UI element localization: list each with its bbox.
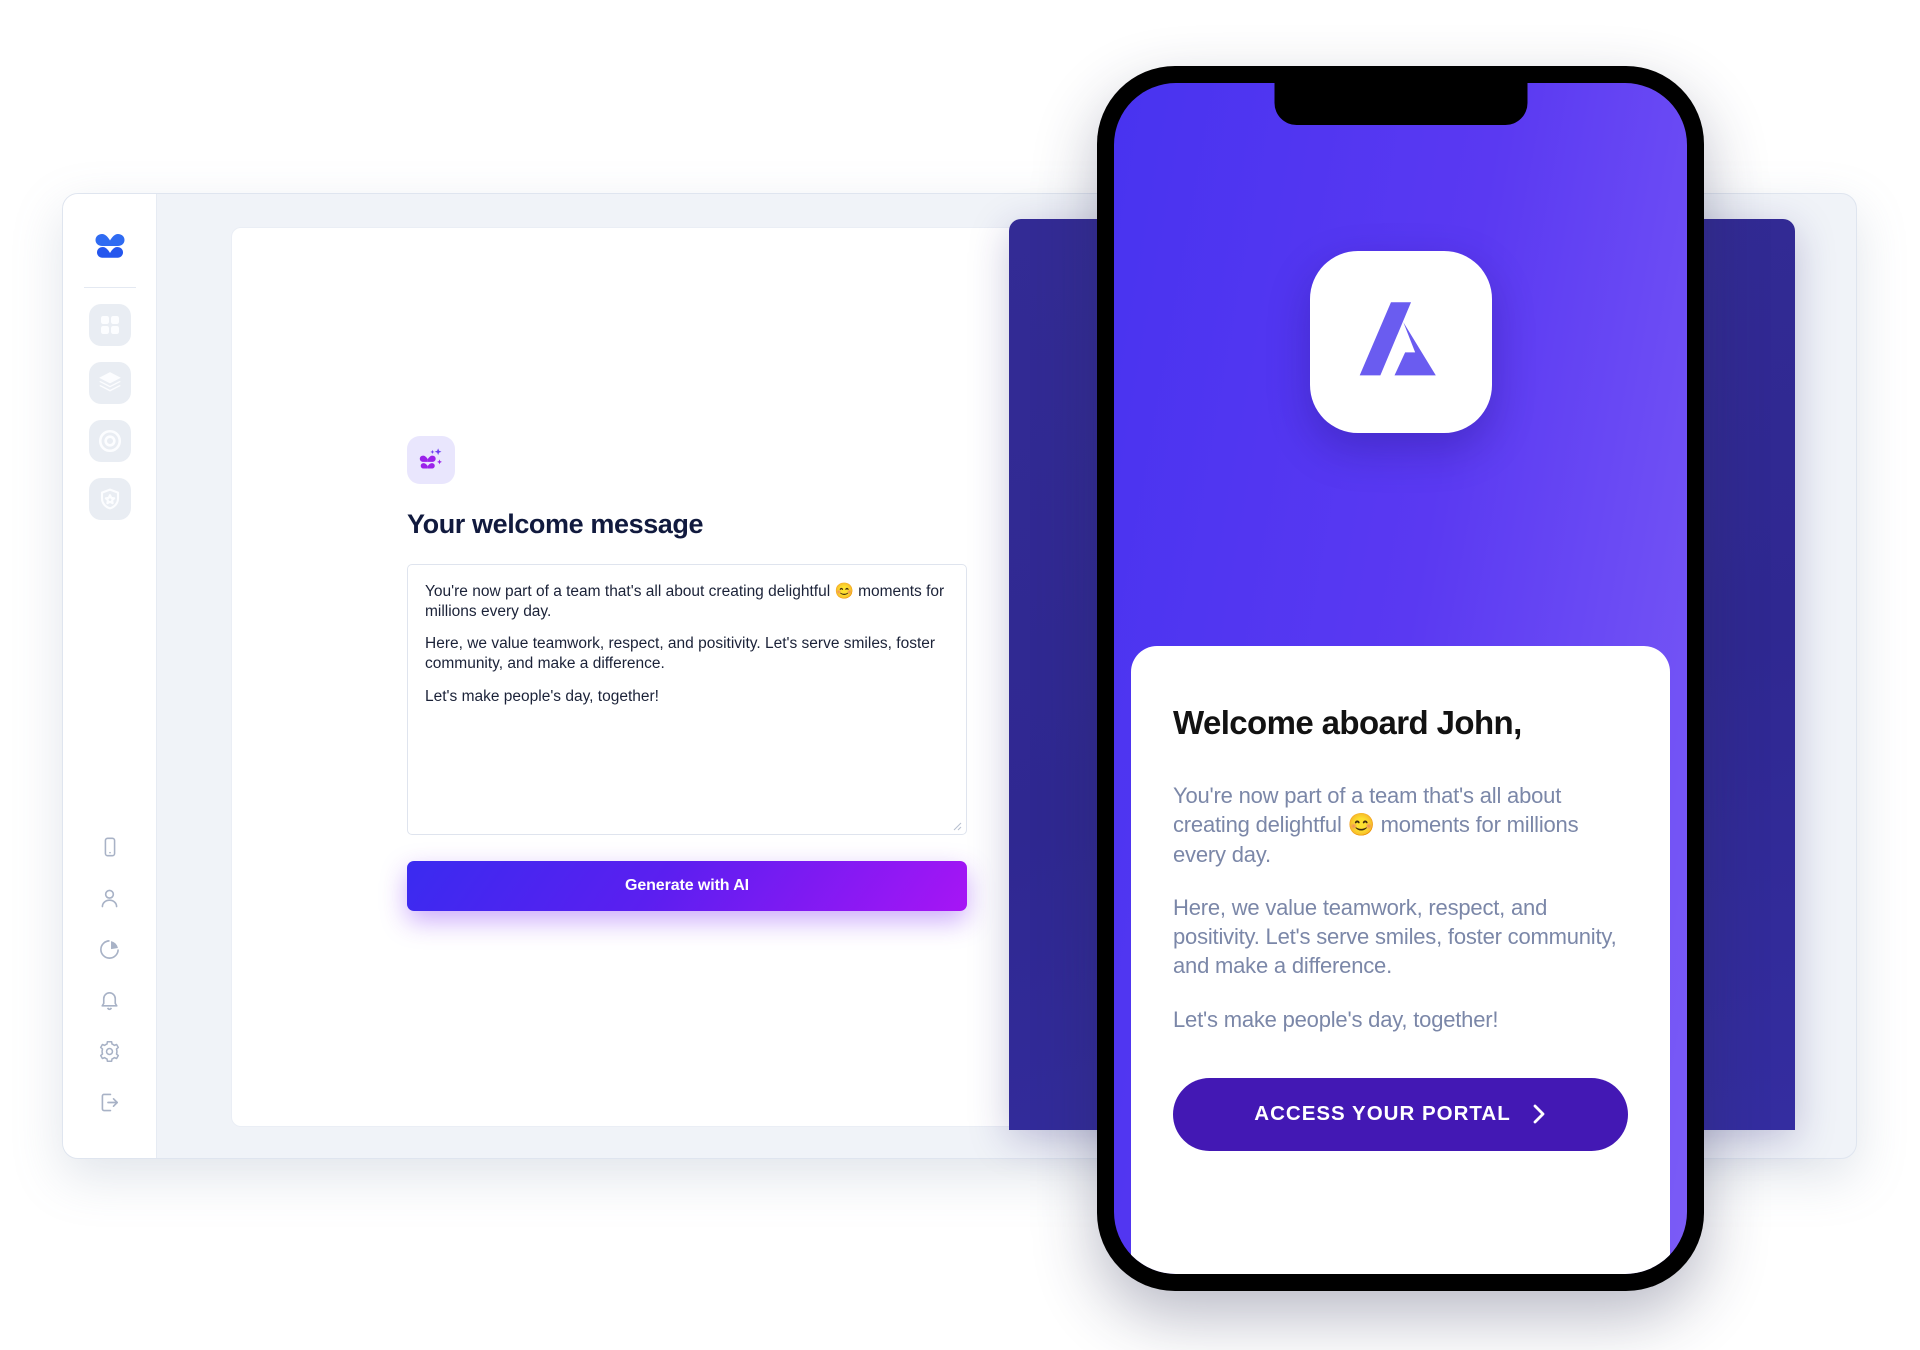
- welcome-heading: Welcome aboard John,: [1173, 704, 1522, 741]
- message-paragraph: Let's make people's day, together!: [425, 687, 659, 705]
- message-paragraph: Here, we value teamwork, respect, and po…: [425, 635, 936, 673]
- sidebar-item-shield[interactable]: [88, 478, 131, 520]
- welcome-message-form: Your welcome message You're now part of …: [407, 436, 967, 911]
- users-sparkle-icon: [407, 436, 455, 484]
- sidebar-item-target[interactable]: [88, 420, 131, 462]
- access-your-portal-button[interactable]: ACCESS YOUR PORTAL: [1173, 1077, 1628, 1151]
- welcome-paragraph: Here, we value teamwork, respect, and po…: [1173, 894, 1617, 979]
- gear-icon[interactable]: [98, 1039, 122, 1063]
- bell-icon[interactable]: [98, 988, 122, 1012]
- welcome-paragraph: You're now part of a team that's all abo…: [1173, 783, 1579, 867]
- phone-mockup: Welcome aboard John, You're now part of …: [1097, 66, 1704, 1291]
- generate-with-ai-button[interactable]: Generate with AI: [407, 861, 967, 911]
- logout-icon[interactable]: [98, 1090, 122, 1114]
- screenshot-stage: Your welcome message You're now part of …: [0, 0, 1920, 1350]
- abstract-a-logo-icon: [1342, 281, 1460, 404]
- sidebar-item-dashboard[interactable]: [88, 304, 131, 346]
- leaf-stack-logo-icon[interactable]: [89, 223, 131, 261]
- shield-star-icon: [98, 487, 122, 511]
- app-logo-tile: [1309, 251, 1492, 433]
- user-person-icon[interactable]: [98, 886, 122, 910]
- page-title: Your welcome message: [407, 509, 704, 539]
- welcome-paragraph: Let's make people's day, together!: [1173, 1006, 1499, 1032]
- chevron-right-icon: [1531, 1103, 1547, 1125]
- welcome-message-textarea[interactable]: You're now part of a team that's all abo…: [407, 564, 967, 835]
- sidebar-bottom-group: [98, 835, 122, 1114]
- target-circle-icon: [97, 428, 123, 454]
- message-paragraph: You're now part of a team that's all abo…: [425, 583, 945, 620]
- grid-dashboard-icon: [98, 313, 122, 337]
- sidebar: [63, 194, 157, 1158]
- layers-stack-icon: [97, 370, 123, 396]
- sidebar-item-layers[interactable]: [88, 362, 131, 404]
- mobile-device-icon[interactable]: [98, 835, 122, 859]
- access-portal-label: ACCESS YOUR PORTAL: [1254, 1102, 1511, 1126]
- resize-handle-icon[interactable]: [948, 817, 962, 831]
- sidebar-divider: [83, 287, 136, 288]
- phone-screen: Welcome aboard John, You're now part of …: [1114, 83, 1687, 1274]
- pie-chart-icon[interactable]: [98, 937, 122, 961]
- welcome-card: Welcome aboard John, You're now part of …: [1131, 646, 1670, 1274]
- phone-notch: [1274, 83, 1527, 125]
